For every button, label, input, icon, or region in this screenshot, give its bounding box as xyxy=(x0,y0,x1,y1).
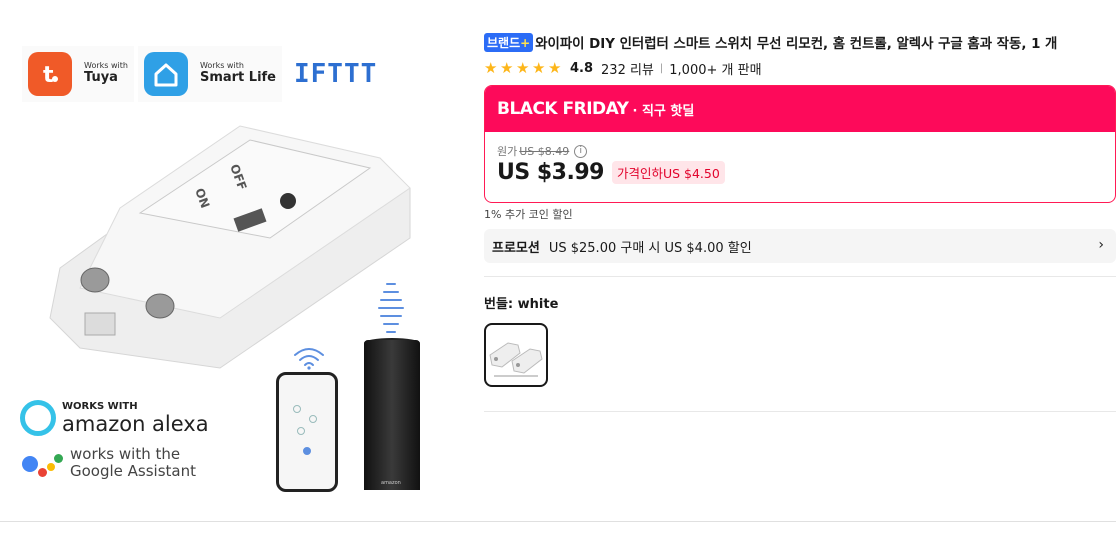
alexa-badge-small-text: WORKS WITH xyxy=(62,400,138,412)
price-box: BLACK FRIDAY · 직구 핫딜 원가 US $8.49 i US $3… xyxy=(484,85,1116,203)
tuya-badge: t Works with Tuya xyxy=(22,46,134,102)
smartphone-image xyxy=(276,372,338,492)
promotion-text: US $25.00 구매 시 US $4.00 할인 xyxy=(548,240,752,256)
product-main-image[interactable]: t Works with Tuya Works with Smart Life … xyxy=(0,0,440,520)
star-icon: ★ xyxy=(548,59,562,77)
black-friday-banner: BLACK FRIDAY · 직구 핫딜 xyxy=(485,86,1115,132)
bundle-label: 번들: white xyxy=(484,297,559,312)
compatibility-badges: t Works with Tuya Works with Smart Life … xyxy=(22,46,377,102)
coin-discount-text: 1% 추가 코인 할인 xyxy=(484,208,573,221)
smart-life-badge-text: Smart Life xyxy=(199,70,276,86)
bundle-thumbnail-image xyxy=(489,342,543,377)
current-price: US $3.99 xyxy=(497,160,604,185)
discount-tag: 가격인하US $4.50 xyxy=(611,161,725,184)
product-title-text: 와이파이 DIY 인터럽터 스마트 스위치 무선 리모컨, 홈 컨트롤, 알렉사… xyxy=(535,37,1058,52)
google-badge-line1: works with the xyxy=(70,445,181,463)
alexa-badge-text: amazon alexa xyxy=(62,411,209,436)
tuya-badge-text: Tuya xyxy=(84,70,118,86)
sound-waves-icon xyxy=(378,283,404,333)
smart-life-logo-icon xyxy=(143,52,188,96)
star-icon: ★ xyxy=(516,59,530,77)
chevron-right-icon: › xyxy=(1098,237,1104,253)
divider xyxy=(484,276,1116,277)
svg-text:t: t xyxy=(43,63,54,88)
smart-life-badge: Works with Smart Life xyxy=(137,46,282,102)
promotion-label: 프로모션 xyxy=(492,240,540,256)
alexa-logo-icon xyxy=(20,400,56,436)
google-assistant-logo-icon xyxy=(20,448,64,478)
product-title: 브랜드+ 와이파이 DIY 인터럽터 스마트 스위치 무선 리모컨, 홈 컨트롤,… xyxy=(484,32,1057,52)
rating-row: ★ ★ ★ ★ ★ 4.8 232 리뷰 | 1,000+ 개 판매 xyxy=(484,59,762,79)
reviews-link[interactable]: 232 리뷰 xyxy=(601,59,654,78)
rating-value: 4.8 xyxy=(570,61,594,76)
brand-plus-badge: 브랜드+ xyxy=(484,33,534,52)
star-icon: ★ xyxy=(532,59,546,77)
page-divider xyxy=(0,521,1116,522)
original-price-label: 원가 xyxy=(497,145,518,158)
rating-stars[interactable]: ★ ★ ★ ★ ★ xyxy=(484,61,564,76)
star-icon: ★ xyxy=(500,59,514,77)
original-price: US $8.49 xyxy=(519,144,570,158)
promotion-row[interactable]: 프로모션 US $25.00 구매 시 US $4.00 할인 › xyxy=(484,229,1116,263)
star-icon: ★ xyxy=(484,59,498,77)
current-price-row: US $3.99 가격인하US $4.50 xyxy=(497,160,725,185)
google-badge-line2: Google Assistant xyxy=(70,461,196,480)
tuya-logo-icon: t xyxy=(28,52,72,96)
google-assistant-badge: works with the Google Assistant xyxy=(20,446,196,479)
alexa-badge: WORKS WITH amazon alexa xyxy=(20,400,209,436)
promo-event-title: BLACK FRIDAY xyxy=(497,99,629,119)
bundle-option-white[interactable] xyxy=(484,323,548,387)
ifttt-logo: IFTTT xyxy=(294,59,378,89)
promo-event-subtitle: · 직구 핫딜 xyxy=(632,103,695,119)
speaker-brand-label: amazon xyxy=(381,480,401,486)
divider xyxy=(484,411,1116,412)
sold-count: 1,000+ 개 판매 xyxy=(669,63,762,78)
divider: | xyxy=(659,63,664,74)
original-price-row: 원가 US $8.49 i xyxy=(497,143,588,159)
wifi-icon xyxy=(294,348,324,370)
smart-switch-device-image: ON OFF xyxy=(49,125,411,369)
info-icon[interactable]: i xyxy=(574,144,588,158)
smart-speaker-image xyxy=(364,340,420,490)
